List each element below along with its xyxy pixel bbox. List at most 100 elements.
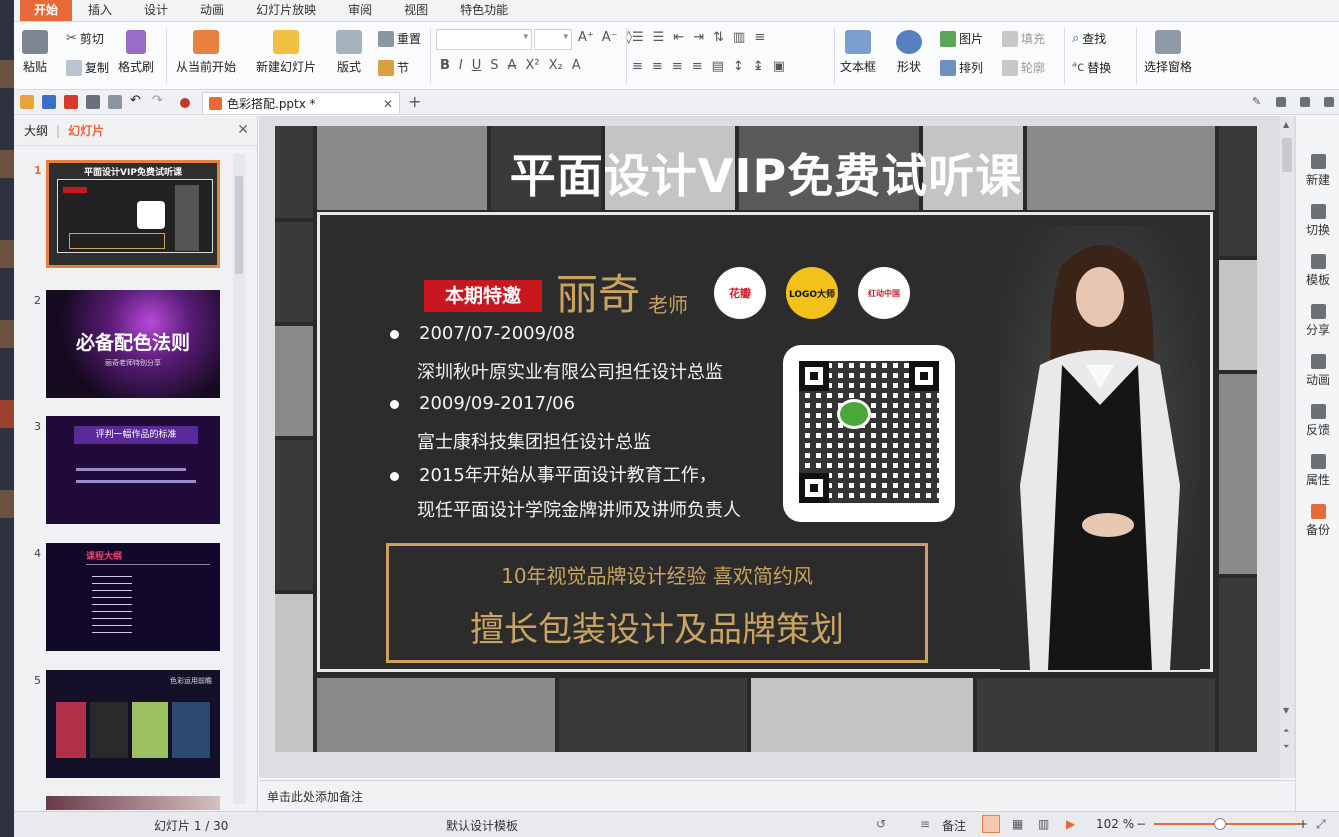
zoom-slider-handle[interactable]	[1214, 818, 1226, 830]
export-pdf-icon[interactable]	[64, 95, 78, 109]
reset-button[interactable]: 重置	[378, 30, 421, 47]
sidebar-properties-button[interactable]: 属性	[1296, 454, 1339, 488]
bold-icon[interactable]: B	[440, 58, 450, 73]
font-name-select[interactable]	[436, 29, 532, 50]
columns-icon[interactable]: ▥	[733, 30, 745, 45]
scrollbar-thumb[interactable]	[235, 176, 243, 274]
zoom-slider[interactable]	[1154, 823, 1300, 825]
selection-pane-button[interactable]: 选择窗格	[1144, 30, 1192, 75]
customize-icon[interactable]	[180, 98, 190, 108]
picture-button[interactable]: 图片	[940, 30, 983, 47]
grow-font-icon[interactable]: A⁺	[578, 30, 594, 45]
tab-design[interactable]: 设计	[128, 0, 184, 21]
scroll-up-icon[interactable]: ▲	[1283, 120, 1289, 129]
new-slide-button[interactable]: 新建幻灯片	[256, 30, 316, 75]
italic-icon[interactable]: I	[459, 58, 463, 73]
more-icon[interactable]	[1324, 97, 1334, 107]
restore-icon[interactable]: ↺	[876, 817, 886, 831]
tab-slides[interactable]: 幻灯片	[68, 122, 104, 139]
document-tab[interactable]: 色彩搭配.pptx * ✕	[202, 92, 400, 114]
shape-button[interactable]: 形状	[896, 30, 922, 75]
outline-button[interactable]: 轮廓	[1002, 59, 1045, 76]
prev-slide-icon[interactable]: ⏶	[1283, 726, 1289, 736]
align-right-icon[interactable]: ≡	[672, 59, 683, 74]
redo-icon[interactable]: ↷	[152, 93, 166, 108]
normal-view-icon[interactable]	[982, 815, 1000, 833]
slideshow-icon[interactable]: ▶	[1066, 817, 1075, 831]
underline-icon[interactable]: U	[472, 58, 482, 73]
paragraph-spacing-icon[interactable]: ↨	[753, 59, 764, 74]
notes-toggle-label[interactable]: 备注	[942, 817, 966, 834]
slide-vertical-scrollbar[interactable]: ▲ ▼ ⏶ ⏷	[1280, 116, 1294, 778]
sidebar-template-button[interactable]: 模板	[1296, 254, 1339, 288]
next-slide-icon[interactable]: ⏷	[1283, 742, 1289, 752]
print-icon[interactable]	[86, 95, 100, 109]
subscript-icon[interactable]: X₂	[549, 58, 563, 73]
format-painter-button[interactable]: 格式刷	[118, 30, 154, 75]
font-color-icon[interactable]: A	[572, 58, 581, 73]
template-name[interactable]: 默认设计模板	[446, 817, 518, 834]
close-tab-icon[interactable]: ✕	[383, 97, 393, 111]
align-text-icon[interactable]: ≡	[754, 30, 765, 45]
zoom-level[interactable]: 102 %	[1096, 817, 1134, 831]
distribute-icon[interactable]: ▤	[712, 59, 724, 74]
replace-button[interactable]: ᵃc 替换	[1072, 59, 1111, 76]
shadow-icon[interactable]: S	[490, 58, 498, 73]
align-left-icon[interactable]: ≡	[632, 59, 643, 74]
sidebar-animation-button[interactable]: 动画	[1296, 354, 1339, 388]
skin-icon[interactable]: ✎	[1252, 95, 1266, 109]
sidebar-transition-button[interactable]: 切换	[1296, 204, 1339, 238]
tab-slideshow[interactable]: 幻灯片放映	[240, 0, 332, 21]
align-center-icon[interactable]: ≡	[652, 59, 663, 74]
justify-icon[interactable]: ≡	[692, 59, 703, 74]
bullet-list-icon[interactable]: ☰	[632, 30, 644, 45]
zoom-in-icon[interactable]: +	[1298, 817, 1308, 831]
section-button[interactable]: 节	[378, 59, 409, 76]
scrollbar-thumb[interactable]	[1282, 138, 1292, 172]
decrease-indent-icon[interactable]: ⇤	[673, 30, 684, 45]
textbox-button[interactable]: 文本框	[840, 30, 876, 75]
close-panel-icon[interactable]: ✕	[237, 122, 249, 138]
slide-sorter-icon[interactable]: ▦	[1012, 817, 1023, 831]
font-size-select[interactable]	[534, 29, 572, 50]
smart-art-icon[interactable]: ▣	[773, 59, 785, 74]
reading-view-icon[interactable]: ▥	[1038, 817, 1049, 831]
tab-special[interactable]: 特色功能	[444, 0, 524, 21]
save-icon[interactable]	[42, 95, 56, 109]
start-from-current-button[interactable]: 从当前开始	[176, 30, 236, 75]
shrink-font-icon[interactable]: A⁻	[602, 30, 618, 45]
sidebar-feedback-button[interactable]: 反馈	[1296, 404, 1339, 438]
ribbon-collapse-icon[interactable]	[1276, 97, 1286, 107]
print-preview-icon[interactable]	[108, 95, 122, 109]
paste-button[interactable]: 粘贴	[22, 30, 48, 75]
numbered-list-icon[interactable]: ☰	[653, 30, 665, 45]
layout-button[interactable]: 版式	[336, 30, 362, 75]
tab-home[interactable]: 开始	[20, 0, 73, 21]
new-tab-icon[interactable]: +	[408, 92, 421, 111]
strikethrough-icon[interactable]: A	[508, 58, 517, 73]
help-icon[interactable]	[1300, 97, 1310, 107]
open-icon[interactable]	[20, 95, 34, 109]
sidebar-new-button[interactable]: 新建	[1296, 154, 1339, 188]
fill-button[interactable]: 填充	[1002, 30, 1045, 47]
current-slide[interactable]: 平面设计VIP免费试听课 本期特邀 丽奇 老师 花瓣 LOGO大师 红动中国 2…	[275, 126, 1257, 752]
notes-toggle-icon[interactable]: ≡	[920, 817, 930, 831]
cut-button[interactable]: ✂ 剪切	[66, 30, 104, 47]
scroll-down-icon[interactable]: ▼	[1283, 706, 1289, 715]
tab-view[interactable]: 视图	[388, 0, 444, 21]
zoom-out-icon[interactable]: −	[1136, 817, 1146, 831]
increase-indent-icon[interactable]: ⇥	[693, 30, 704, 45]
superscript-icon[interactable]: X²	[525, 58, 539, 73]
undo-icon[interactable]: ↶	[130, 93, 144, 108]
arrange-button[interactable]: 排列	[940, 59, 983, 76]
tab-insert[interactable]: 插入	[72, 0, 128, 21]
sidebar-share-button[interactable]: 分享	[1296, 304, 1339, 338]
fit-window-icon[interactable]: ⤢	[1316, 817, 1326, 832]
tab-animation[interactable]: 动画	[184, 0, 240, 21]
tab-review[interactable]: 审阅	[332, 0, 388, 21]
line-spacing-icon[interactable]: ↕	[733, 59, 744, 74]
thumbnail-scrollbar[interactable]	[233, 154, 245, 804]
notes-pane[interactable]: 单击此处添加备注	[259, 780, 1295, 811]
copy-button[interactable]: 复制	[66, 59, 109, 76]
text-direction-icon[interactable]: ⇅	[713, 30, 724, 45]
